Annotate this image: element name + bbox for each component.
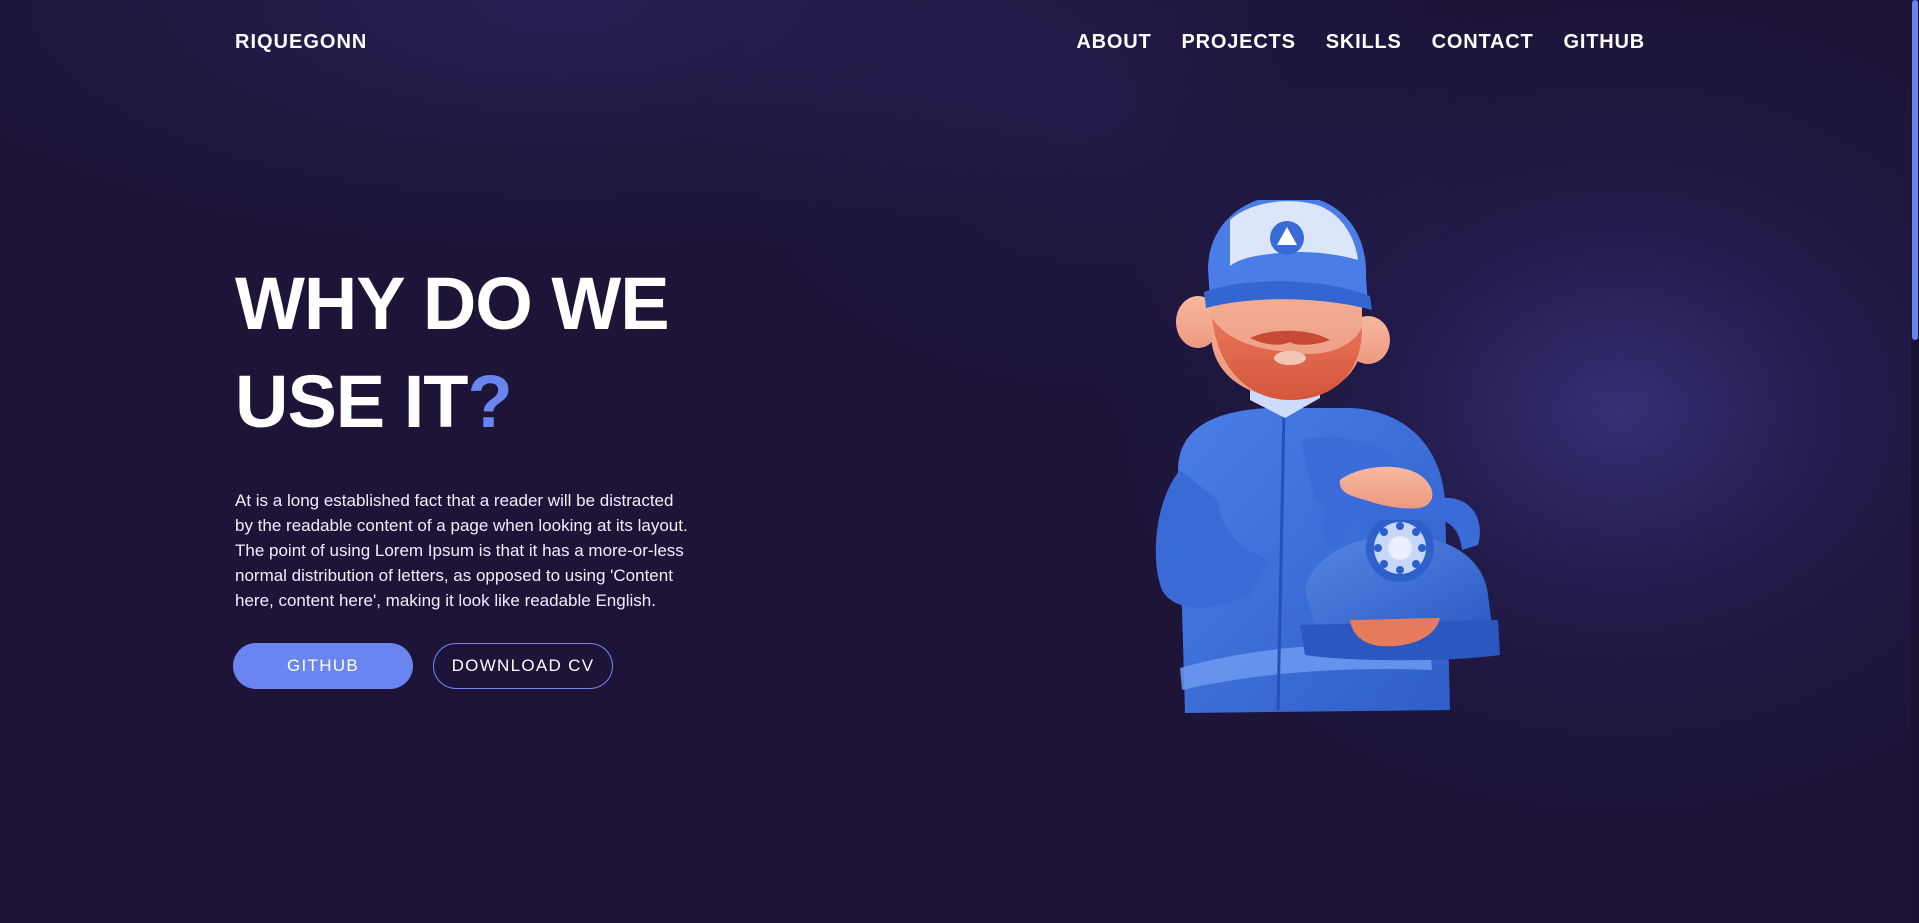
main-nav: ABOUT PROJECTS SKILLS CONTACT GITHUB: [1076, 31, 1645, 54]
hero-title-line1: WHY DO WE: [235, 262, 670, 345]
download-cv-button[interactable]: DOWNLOAD CV: [433, 643, 613, 689]
nav-skills[interactable]: SKILLS: [1326, 31, 1402, 54]
hero-title-question-mark: ?: [467, 360, 512, 443]
hero-title: WHY DO WE USE IT?: [235, 255, 755, 451]
github-button[interactable]: GITHUB: [233, 643, 413, 689]
hero-section: WHY DO WE USE IT? At is a long establish…: [233, 255, 755, 689]
nav-projects[interactable]: PROJECTS: [1182, 31, 1296, 54]
brand-logo[interactable]: RIQUEGONN: [235, 31, 367, 54]
hero-description: At is a long established fact that a rea…: [235, 491, 688, 610]
nav-about[interactable]: ABOUT: [1076, 31, 1151, 54]
hero-actions: GITHUB DOWNLOAD CV: [233, 643, 755, 689]
page-scrollbar[interactable]: [1911, 0, 1919, 923]
man-with-rotary-phone-illustration: [1100, 194, 1540, 720]
hero-title-line2: USE IT: [235, 360, 468, 443]
nav-contact[interactable]: CONTACT: [1432, 31, 1534, 54]
scrollbar-thumb[interactable]: [1912, 0, 1918, 340]
nav-github[interactable]: GITHUB: [1564, 31, 1645, 54]
top-navigation: RIQUEGONN ABOUT PROJECTS SKILLS CONTACT …: [0, 0, 1919, 88]
